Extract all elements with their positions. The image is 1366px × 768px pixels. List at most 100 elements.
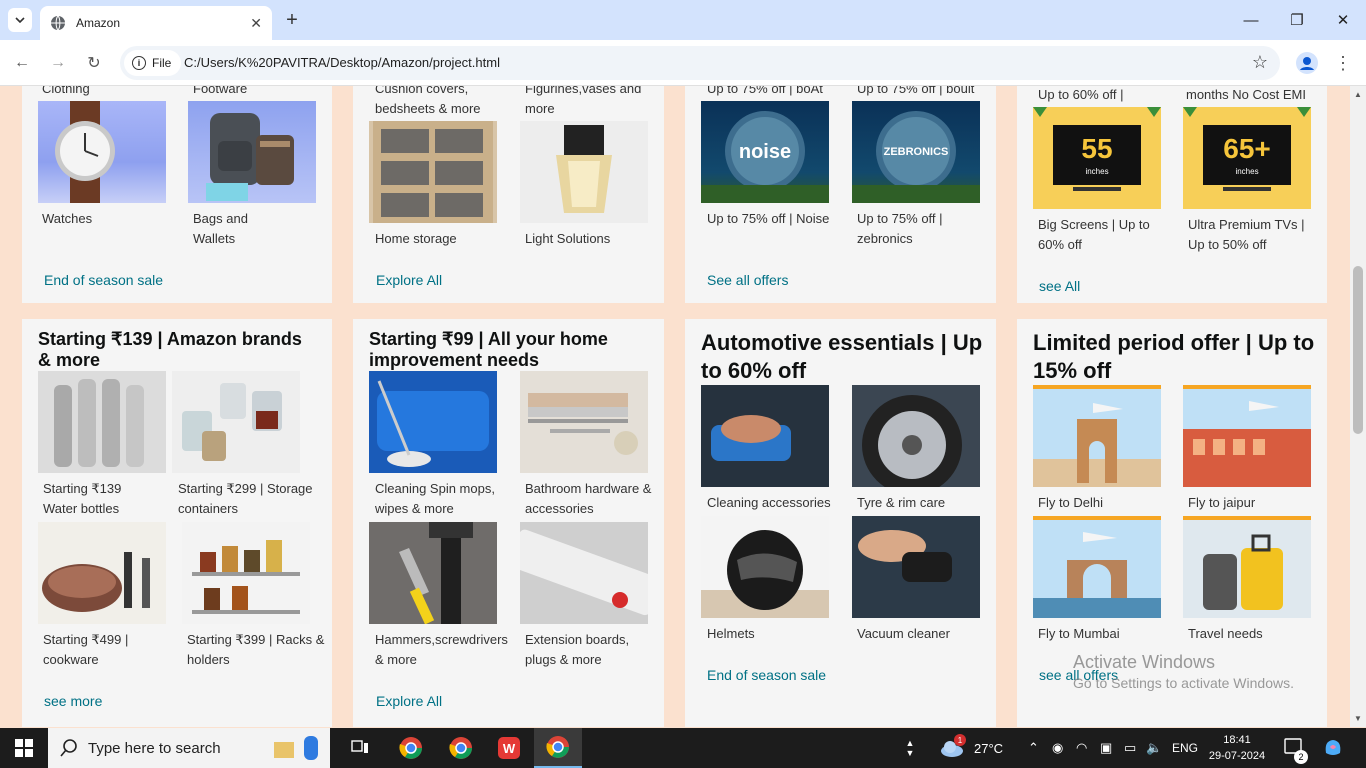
item-caption-ultra-premium[interactable]: Ultra Premium TVs | Up to 50% off bbox=[1188, 215, 1318, 255]
show-hidden-icons[interactable]: ⌃ bbox=[1028, 728, 1039, 768]
travel-needs-image[interactable] bbox=[1183, 516, 1311, 618]
fly-to-delhi-image[interactable] bbox=[1033, 385, 1161, 487]
bags-image[interactable] bbox=[188, 101, 316, 203]
network-icon[interactable]: ▣ bbox=[1100, 728, 1112, 768]
close-tab-icon[interactable]: ✕ bbox=[250, 15, 262, 32]
item-caption[interactable]: Extension boards, plugs & more bbox=[525, 630, 645, 670]
chrome-profile-2-icon[interactable] bbox=[438, 728, 484, 768]
minimize-button[interactable]: — bbox=[1228, 0, 1274, 40]
item-caption[interactable]: Starting ₹139 Water bottles bbox=[43, 479, 143, 519]
start-button[interactable] bbox=[0, 728, 48, 768]
scroll-up-arrow[interactable]: ▲ bbox=[1354, 90, 1362, 99]
hammers-image[interactable] bbox=[369, 522, 497, 624]
item-caption[interactable]: Starting ₹299 | Storage containers bbox=[178, 479, 318, 519]
fly-to-mumbai-image[interactable] bbox=[1033, 516, 1161, 618]
cookware-image[interactable] bbox=[38, 522, 166, 624]
battery-icon[interactable]: ▭ bbox=[1124, 728, 1136, 768]
watches-image[interactable] bbox=[38, 101, 166, 203]
item-caption-zebronics[interactable]: Up to 75% off | zebronics bbox=[857, 209, 957, 249]
item-caption-noise[interactable]: Up to 75% off | Noise bbox=[707, 209, 829, 229]
item-label-figurines[interactable]: Figurines,vases and more bbox=[525, 86, 655, 119]
noise-image[interactable]: noise bbox=[701, 101, 829, 203]
item-label-boat[interactable]: Up to 75% off | boAt bbox=[707, 86, 823, 99]
item-caption-light-solutions[interactable]: Light Solutions bbox=[525, 229, 610, 249]
item-caption-bags[interactable]: Bags and Wallets bbox=[193, 209, 273, 249]
racks-image[interactable] bbox=[182, 522, 310, 624]
item-caption[interactable]: Fly to Delhi bbox=[1038, 493, 1103, 513]
item-caption[interactable]: Fly to Mumbai bbox=[1038, 624, 1120, 644]
reload-button[interactable]: ↻ bbox=[81, 50, 107, 76]
item-label-cushion[interactable]: Cushion covers, bedsheets & more bbox=[375, 86, 515, 119]
item-caption[interactable]: Hammers,screwdrivers & more bbox=[375, 630, 515, 670]
url-text[interactable]: C:/Users/K%20PAVITRA/Desktop/Amazon/proj… bbox=[184, 55, 500, 70]
volume-icon[interactable]: 🔈 bbox=[1146, 728, 1162, 768]
item-caption[interactable]: Cleaning accessories bbox=[707, 493, 831, 513]
profile-icon[interactable] bbox=[1294, 50, 1320, 76]
item-label-clothing[interactable]: Clothing bbox=[42, 86, 90, 99]
site-info-chip[interactable]: i File bbox=[124, 50, 182, 76]
copilot-icon[interactable] bbox=[1322, 728, 1344, 768]
helmets-image[interactable] bbox=[701, 516, 829, 618]
item-caption[interactable]: Starting ₹499 | cookware bbox=[43, 630, 143, 670]
explore-all-link[interactable]: Explore All bbox=[376, 272, 442, 288]
item-label-footware[interactable]: Footware bbox=[193, 86, 247, 99]
scrollbar-thumb[interactable] bbox=[1353, 266, 1363, 434]
task-view-icon[interactable] bbox=[340, 728, 380, 768]
wifi-icon[interactable]: ◠ bbox=[1076, 728, 1087, 768]
vacuum-cleaner-image[interactable] bbox=[852, 516, 980, 618]
see-all-offers-link[interactable]: See all offers bbox=[707, 272, 788, 288]
camera-icon[interactable]: ◉ bbox=[1052, 728, 1063, 768]
item-caption[interactable]: Starting ₹399 | Racks & holders bbox=[187, 630, 327, 670]
explore-all-link[interactable]: Explore All bbox=[376, 693, 442, 709]
bookmark-star-icon[interactable]: ☆ bbox=[1252, 52, 1268, 73]
chrome-profile-1-icon[interactable] bbox=[388, 728, 434, 768]
item-caption[interactable]: Vacuum cleaner bbox=[857, 624, 950, 644]
new-tab-button[interactable]: + bbox=[282, 8, 302, 32]
item-caption-home-storage[interactable]: Home storage bbox=[375, 229, 457, 249]
taskbar-search-box[interactable]: Type here to search bbox=[48, 728, 330, 768]
cleaning-accessories-image[interactable] bbox=[701, 385, 829, 487]
notification-center-icon[interactable]: 2 bbox=[1284, 728, 1308, 768]
item-caption-big-screens[interactable]: Big Screens | Up to 60% off bbox=[1038, 215, 1168, 255]
restore-button[interactable]: ❐ bbox=[1274, 0, 1320, 40]
address-bar[interactable]: i File C:/Users/K%20PAVITRA/Desktop/Amaz… bbox=[120, 46, 1280, 80]
vertical-scrollbar[interactable]: ▲ ▼ bbox=[1350, 86, 1366, 727]
see-all-link[interactable]: see All bbox=[1039, 278, 1080, 294]
storage-containers-image[interactable] bbox=[172, 371, 300, 473]
language-indicator[interactable]: ENG bbox=[1172, 728, 1198, 768]
extension-board-image[interactable] bbox=[520, 522, 648, 624]
end-of-season-sale-link[interactable]: End of season sale bbox=[707, 667, 826, 683]
ultra-premium-image[interactable]: 65+ inches bbox=[1183, 107, 1311, 209]
item-label-emi[interactable]: months No Cost EMI bbox=[1186, 86, 1306, 105]
item-caption[interactable]: Helmets bbox=[707, 624, 755, 644]
clock[interactable]: 18:41 29-07-2024 bbox=[1206, 728, 1268, 768]
item-caption[interactable]: Bathroom hardware & accessories bbox=[525, 479, 655, 519]
weather-widget[interactable]: 1 27°C bbox=[940, 728, 1003, 768]
item-caption[interactable]: Travel needs bbox=[1188, 624, 1263, 644]
zebronics-image[interactable]: ZEBRONICS bbox=[852, 101, 980, 203]
tyre-rim-image[interactable] bbox=[852, 385, 980, 487]
see-more-link[interactable]: see more bbox=[44, 693, 102, 709]
item-caption-watches[interactable]: Watches bbox=[42, 209, 162, 229]
taskbar-scroll-icon[interactable]: ▲ ▼ bbox=[902, 728, 918, 768]
fly-to-jaipur-image[interactable] bbox=[1183, 385, 1311, 487]
item-caption[interactable]: Cleaning Spin mops, wipes & more bbox=[375, 479, 515, 519]
item-caption[interactable]: Tyre & rim care bbox=[857, 493, 945, 513]
big-screens-image[interactable]: 55 inches bbox=[1033, 107, 1161, 209]
spin-mop-image[interactable] bbox=[369, 371, 497, 473]
water-bottles-image[interactable] bbox=[38, 371, 166, 473]
item-caption[interactable]: Fly to jaipur bbox=[1188, 493, 1255, 513]
close-window-button[interactable]: ✕ bbox=[1320, 0, 1366, 40]
browser-tab[interactable]: Amazon ✕ bbox=[40, 6, 272, 40]
item-label-boult[interactable]: Up to 75% off | boult bbox=[857, 86, 974, 99]
forward-button[interactable]: → bbox=[45, 50, 71, 76]
end-of-season-sale-link[interactable]: End of season sale bbox=[44, 272, 163, 288]
tab-search-button[interactable] bbox=[8, 8, 32, 32]
chrome-active-icon[interactable] bbox=[534, 728, 582, 768]
light-solutions-image[interactable] bbox=[520, 121, 648, 223]
bathroom-hardware-image[interactable] bbox=[520, 371, 648, 473]
item-label-tv-offer[interactable]: Up to 60% off | bbox=[1038, 86, 1124, 105]
home-storage-image[interactable] bbox=[369, 121, 497, 223]
scroll-down-arrow[interactable]: ▼ bbox=[1354, 714, 1362, 723]
back-button[interactable]: ← bbox=[9, 50, 35, 76]
